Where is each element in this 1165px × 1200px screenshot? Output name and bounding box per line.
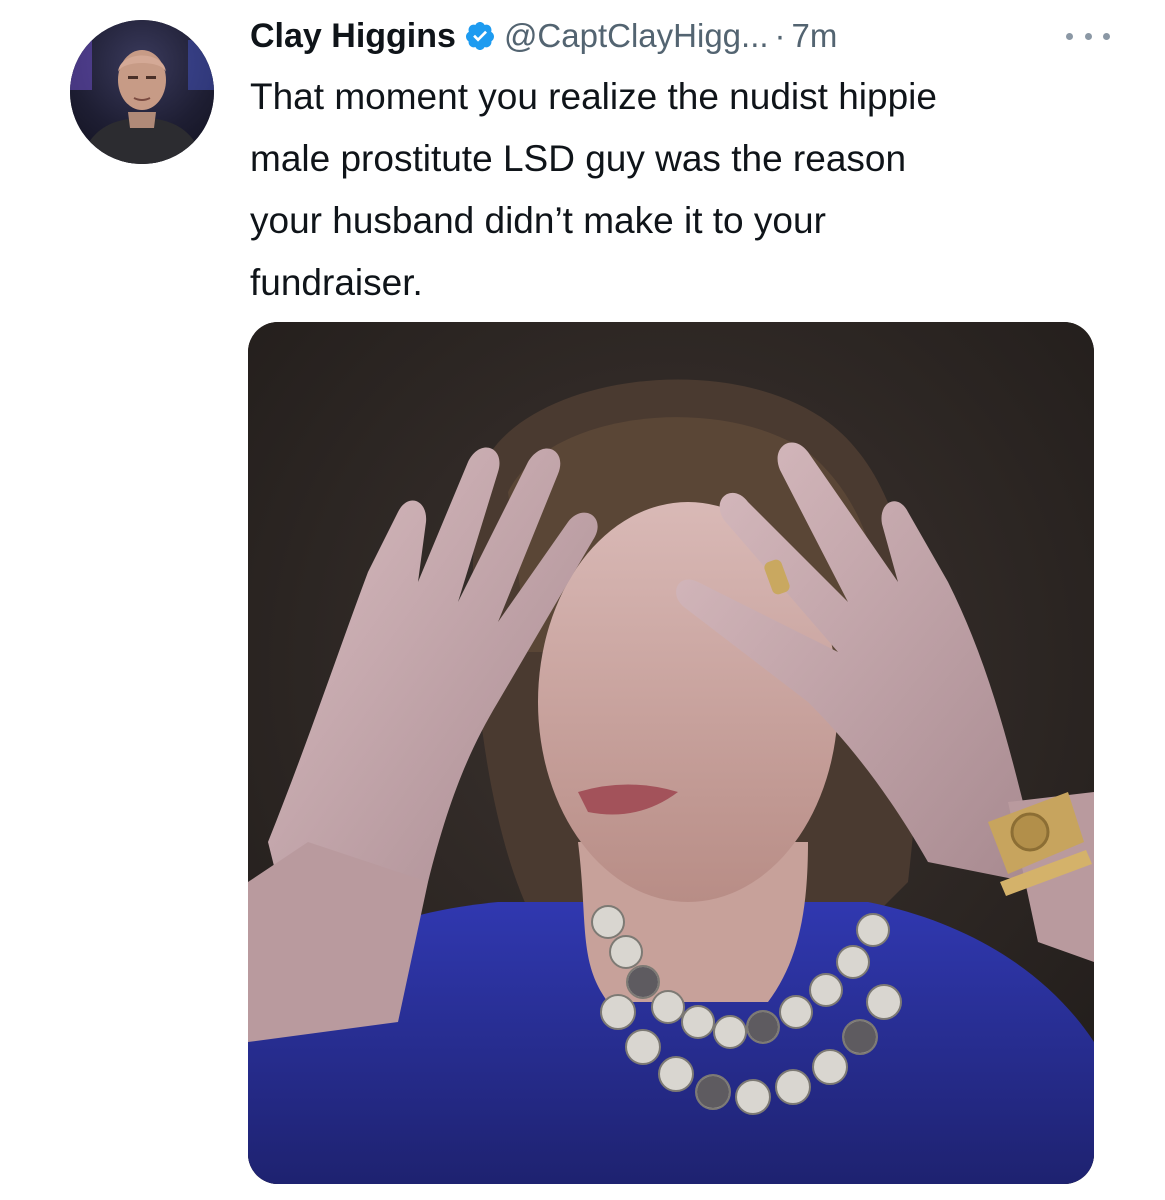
tweet[interactable]: Clay Higgins @CaptClayHigg... · 7m That … xyxy=(0,0,1165,1200)
tweet-text: That moment you realize the nudist hippi… xyxy=(250,66,1110,314)
tweet-header: Clay Higgins @CaptClayHigg... · 7m xyxy=(250,10,1110,62)
tweet-text-line: male prostitute LSD guy was the reason xyxy=(250,138,907,179)
tweet-text-line: fundraiser. xyxy=(250,262,423,303)
tweet-media-photo[interactable] xyxy=(248,322,1094,1184)
more-options-icon[interactable] xyxy=(1066,24,1110,48)
verified-badge-icon xyxy=(464,20,496,52)
avatar-photo-icon xyxy=(70,20,214,164)
author-handle[interactable]: @CaptClayHigg... xyxy=(504,17,769,55)
photo-woman-hands-on-face-icon xyxy=(248,322,1094,1184)
author-avatar[interactable] xyxy=(70,20,214,164)
tweet-text-line: your husband didn’t make it to your xyxy=(250,200,826,241)
separator-dot: · xyxy=(774,17,786,54)
author-display-name[interactable]: Clay Higgins xyxy=(250,17,456,56)
tweet-timestamp[interactable]: 7m xyxy=(792,17,838,55)
tweet-text-line: That moment you realize the nudist hippi… xyxy=(250,76,937,117)
